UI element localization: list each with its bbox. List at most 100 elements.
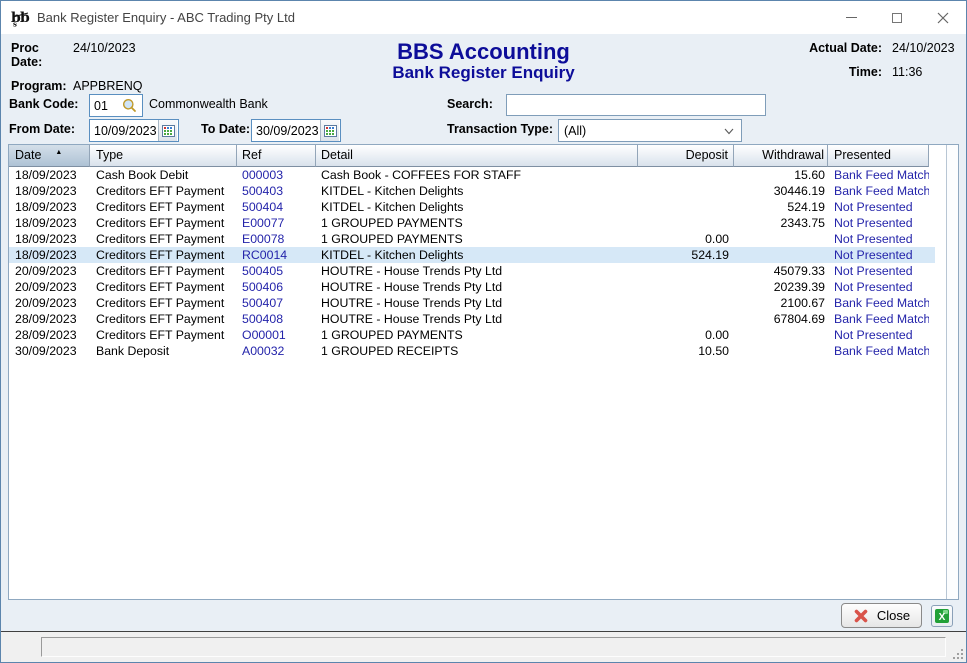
table-row[interactable]: 20/09/2023 Creditors EFT Payment 500406 … bbox=[9, 279, 935, 295]
minimize-button[interactable] bbox=[828, 1, 874, 34]
register-table: Date▲ Type Ref Detail Deposit Withdrawal… bbox=[8, 144, 959, 600]
column-header-type[interactable]: Type bbox=[90, 145, 237, 167]
cell-deposit bbox=[638, 311, 734, 327]
cell-type: Creditors EFT Payment bbox=[90, 295, 237, 311]
cell-deposit bbox=[638, 215, 734, 231]
cell-withdrawal: 30446.19 bbox=[734, 183, 828, 199]
column-header-presented[interactable]: Presented bbox=[828, 145, 929, 167]
transaction-type-value: (All) bbox=[564, 124, 586, 138]
cell-deposit bbox=[638, 167, 734, 183]
column-header-date[interactable]: Date▲ bbox=[9, 145, 90, 167]
actual-date-label: Actual Date: bbox=[809, 41, 882, 55]
to-date-calendar-button[interactable] bbox=[320, 120, 339, 141]
close-window-button[interactable] bbox=[920, 1, 966, 34]
header-right: Actual Date: 24/10/2023 Time: 11:36 bbox=[809, 41, 954, 79]
cell-detail: KITDEL - Kitchen Delights bbox=[316, 199, 638, 215]
cell-withdrawal: 2100.67 bbox=[734, 295, 828, 311]
cell-withdrawal bbox=[734, 247, 828, 263]
column-header-withdrawal[interactable]: Withdrawal bbox=[734, 145, 828, 167]
app-window: b b s Bank Register Enquiry - ABC Tradin… bbox=[0, 0, 967, 663]
table-row[interactable]: 18/09/2023 Creditors EFT Payment E00077 … bbox=[9, 215, 935, 231]
cell-withdrawal: 2343.75 bbox=[734, 215, 828, 231]
cell-date: 18/09/2023 bbox=[9, 247, 90, 263]
cell-detail: 1 GROUPED PAYMENTS bbox=[316, 215, 638, 231]
table-row[interactable]: 20/09/2023 Creditors EFT Payment 500407 … bbox=[9, 295, 935, 311]
bank-name-text: Commonwealth Bank bbox=[149, 97, 268, 111]
cell-detail: 1 GROUPED PAYMENTS bbox=[316, 327, 638, 343]
to-date-group bbox=[251, 119, 341, 142]
table-header-row: Date▲ Type Ref Detail Deposit Withdrawal… bbox=[9, 145, 945, 167]
cell-date: 28/09/2023 bbox=[9, 311, 90, 327]
cell-deposit: 10.50 bbox=[638, 343, 734, 359]
status-bar bbox=[1, 631, 966, 662]
cell-withdrawal bbox=[734, 343, 828, 359]
vertical-scrollbar[interactable] bbox=[946, 145, 958, 599]
cell-date: 20/09/2023 bbox=[9, 263, 90, 279]
table-row[interactable]: 30/09/2023 Bank Deposit A00032 1 GROUPED… bbox=[9, 343, 935, 359]
cell-presented: Bank Feed Match bbox=[828, 295, 929, 311]
bank-lookup-button[interactable] bbox=[119, 95, 139, 116]
cell-detail: HOUTRE - House Trends Pty Ltd bbox=[316, 311, 638, 327]
cell-type: Cash Book Debit bbox=[90, 167, 237, 183]
cell-withdrawal: 20239.39 bbox=[734, 279, 828, 295]
from-date-input[interactable] bbox=[90, 120, 158, 141]
cell-presented: Not Presented bbox=[828, 199, 929, 215]
to-date-input[interactable] bbox=[252, 120, 320, 141]
close-icon bbox=[937, 12, 949, 24]
column-header-deposit[interactable]: Deposit bbox=[638, 145, 734, 167]
svg-text:s: s bbox=[13, 20, 17, 28]
export-excel-button[interactable]: X bbox=[931, 605, 953, 627]
resize-grip[interactable] bbox=[952, 648, 964, 660]
cell-detail: KITDEL - Kitchen Delights bbox=[316, 247, 638, 263]
cell-ref: 500406 bbox=[237, 279, 316, 295]
cell-ref: 500407 bbox=[237, 295, 316, 311]
cell-ref: E00077 bbox=[237, 215, 316, 231]
cell-type: Creditors EFT Payment bbox=[90, 199, 237, 215]
table-row[interactable]: 18/09/2023 Creditors EFT Payment RC0014 … bbox=[9, 247, 935, 263]
time-value: 11:36 bbox=[882, 65, 954, 79]
column-header-ref[interactable]: Ref bbox=[237, 145, 316, 167]
cell-deposit bbox=[638, 199, 734, 215]
close-button[interactable]: Close bbox=[841, 603, 922, 628]
table-body: 18/09/2023 Cash Book Debit 000003 Cash B… bbox=[9, 167, 945, 359]
cell-deposit: 0.00 bbox=[638, 327, 734, 343]
cell-date: 18/09/2023 bbox=[9, 215, 90, 231]
cell-detail: Cash Book - COFFEES FOR STAFF bbox=[316, 167, 638, 183]
transaction-type-select[interactable]: (All) bbox=[558, 119, 742, 142]
cell-type: Creditors EFT Payment bbox=[90, 263, 237, 279]
column-header-detail[interactable]: Detail bbox=[316, 145, 638, 167]
table-row[interactable]: 18/09/2023 Creditors EFT Payment 500403 … bbox=[9, 183, 935, 199]
transaction-type-label: Transaction Type: bbox=[447, 122, 553, 136]
sort-ascending-icon: ▲ bbox=[55, 149, 62, 156]
search-input[interactable] bbox=[506, 94, 766, 116]
table-row[interactable]: 28/09/2023 Creditors EFT Payment O00001 … bbox=[9, 327, 935, 343]
cell-presented: Not Presented bbox=[828, 263, 929, 279]
cell-date: 18/09/2023 bbox=[9, 183, 90, 199]
table-row[interactable]: 28/09/2023 Creditors EFT Payment 500408 … bbox=[9, 311, 935, 327]
table-row[interactable]: 20/09/2023 Creditors EFT Payment 500405 … bbox=[9, 263, 935, 279]
cell-date: 18/09/2023 bbox=[9, 199, 90, 215]
cell-presented: Bank Feed Match bbox=[828, 343, 929, 359]
table-row[interactable]: 18/09/2023 Creditors EFT Payment 500404 … bbox=[9, 199, 935, 215]
cell-ref: 500403 bbox=[237, 183, 316, 199]
status-panel bbox=[41, 637, 946, 657]
cell-deposit bbox=[638, 279, 734, 295]
cell-presented: Not Presented bbox=[828, 279, 929, 295]
cell-ref: E00078 bbox=[237, 231, 316, 247]
close-x-icon bbox=[853, 608, 869, 624]
cell-detail: HOUTRE - House Trends Pty Ltd bbox=[316, 279, 638, 295]
actual-date-value: 24/10/2023 bbox=[882, 41, 954, 55]
cell-withdrawal bbox=[734, 231, 828, 247]
calendar-icon bbox=[162, 124, 175, 137]
cell-deposit bbox=[638, 295, 734, 311]
from-date-label: From Date: bbox=[9, 122, 75, 136]
table-row[interactable]: 18/09/2023 Cash Book Debit 000003 Cash B… bbox=[9, 167, 935, 183]
bank-code-input[interactable] bbox=[90, 95, 119, 116]
maximize-button[interactable] bbox=[874, 1, 920, 34]
table-row[interactable]: 18/09/2023 Creditors EFT Payment E00078 … bbox=[9, 231, 935, 247]
cell-deposit bbox=[638, 183, 734, 199]
from-date-calendar-button[interactable] bbox=[158, 120, 177, 141]
title-bar: b b s Bank Register Enquiry - ABC Tradin… bbox=[1, 1, 966, 34]
cell-type: Creditors EFT Payment bbox=[90, 215, 237, 231]
register-grid: Date▲ Type Ref Detail Deposit Withdrawal… bbox=[9, 145, 945, 599]
